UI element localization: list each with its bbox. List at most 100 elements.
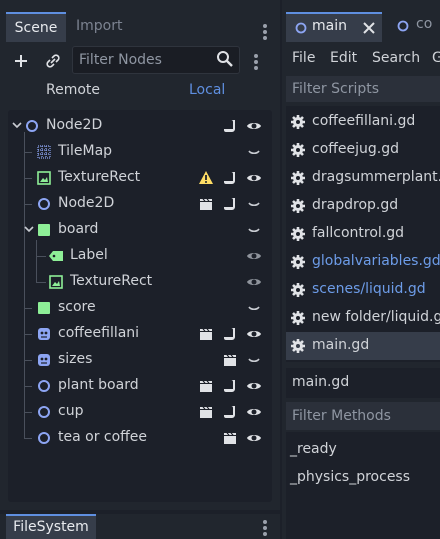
scene-node-icon (397, 20, 409, 32)
tree-item-texturerect-child[interactable]: TextureRect (8, 269, 272, 295)
script-item[interactable]: coffeejug.gd (286, 136, 440, 164)
script-name: coffeejug.gd (312, 141, 400, 157)
tree-item-label[interactable]: Label (8, 243, 272, 269)
menu-edit[interactable]: Edit (330, 50, 357, 66)
clapperboard-icon[interactable] (198, 196, 214, 212)
visibility-eye-icon[interactable] (246, 404, 262, 420)
script-name: fallcontrol.gd (312, 225, 405, 241)
tree-item-label: score (58, 299, 96, 315)
visibility-closed-icon[interactable] (246, 196, 262, 212)
clapperboard-icon[interactable] (198, 404, 214, 420)
visibility-eye-icon[interactable] (246, 378, 262, 394)
script-icon[interactable] (222, 378, 238, 394)
local-button[interactable]: Local (189, 82, 225, 98)
warning-icon[interactable] (198, 170, 214, 186)
filter-nodes-input[interactable] (73, 47, 213, 73)
add-node-button[interactable] (8, 48, 34, 74)
tree-item-node2d-root[interactable]: Node2D (8, 113, 272, 139)
tree-item-coffeefillani[interactable]: coffeefillani (8, 321, 272, 347)
scene-options-kebab-icon[interactable] (251, 50, 261, 74)
chevron-down-icon[interactable] (22, 221, 36, 237)
node2d-icon (38, 406, 50, 418)
method-list[interactable]: _ready _physics_process (286, 432, 440, 539)
tree-item-board[interactable]: board (8, 217, 272, 243)
clapperboard-icon[interactable] (222, 352, 238, 368)
tree-item-label: TileMap (58, 143, 113, 159)
visibility-eye-icon[interactable] (246, 118, 262, 134)
filter-methods-input[interactable] (286, 402, 440, 430)
remote-button[interactable]: Remote (46, 82, 100, 98)
tab-main[interactable]: main (286, 12, 382, 42)
tab-filesystem[interactable]: FileSystem (6, 514, 96, 539)
script-icon[interactable] (222, 326, 238, 342)
visibility-eye-icon[interactable] (246, 430, 262, 446)
script-item[interactable]: new folder/liquid.gd (286, 304, 440, 332)
tree-item-tilemap[interactable]: TileMap (8, 139, 272, 165)
clapperboard-icon[interactable] (198, 326, 214, 342)
tab-second[interactable]: co (388, 12, 440, 42)
script-item[interactable]: scenes/liquid.gd (286, 276, 440, 304)
menu-goto[interactable]: G (432, 50, 440, 66)
filter-nodes-field[interactable] (72, 46, 240, 74)
script-item-selected[interactable]: main.gd (286, 332, 440, 360)
method-name: _ready (290, 441, 337, 457)
chevron-down-icon[interactable] (10, 117, 24, 133)
visibility-closed-icon[interactable] (246, 352, 262, 368)
script-icon[interactable] (222, 118, 238, 134)
script-icon[interactable] (222, 196, 238, 212)
menu-search[interactable]: Search (372, 50, 420, 66)
tree-item-label: coffeefillani (58, 325, 140, 341)
tree-item-tea-or-coffee[interactable]: tea or coffee (8, 425, 272, 451)
script-item[interactable]: globalvariables.gd (286, 248, 440, 276)
tree-item-texturerect[interactable]: TextureRect (8, 165, 272, 191)
scene-tree[interactable]: Node2D TileMap TextureRect Node2D board … (8, 110, 272, 502)
visibility-eye-icon[interactable] (246, 326, 262, 342)
clapperboard-icon[interactable] (222, 430, 238, 446)
script-item[interactable]: coffeefillani.gd (286, 108, 440, 136)
visibility-closed-icon[interactable] (246, 222, 262, 238)
filter-methods-field[interactable] (286, 402, 440, 430)
script-icon[interactable] (222, 170, 238, 186)
node2d-icon (26, 120, 38, 132)
script-name: new folder/liquid.gd (312, 309, 440, 325)
tree-item-score[interactable]: score (8, 295, 272, 321)
tree-item-node2d[interactable]: Node2D (8, 191, 272, 217)
visibility-eye-icon[interactable] (246, 274, 262, 290)
menu-file[interactable]: File (292, 50, 315, 66)
script-menubar: File Edit Search G (282, 44, 440, 74)
node2d-icon (38, 198, 50, 210)
tree-item-cup[interactable]: cup (8, 399, 272, 425)
method-item[interactable]: _ready (286, 436, 440, 464)
tab-scene[interactable]: Scene (6, 12, 66, 42)
tree-item-label: tea or coffee (58, 429, 148, 445)
gear-icon (291, 227, 305, 241)
visibility-closed-icon[interactable] (246, 300, 262, 316)
close-icon[interactable] (362, 21, 376, 35)
visibility-closed-icon[interactable] (246, 144, 262, 160)
script-item[interactable]: dragsummerplant.gd (286, 164, 440, 192)
instance-scene-button[interactable] (40, 48, 66, 74)
script-item[interactable]: fallcontrol.gd (286, 220, 440, 248)
tree-item-label: Node2D (58, 195, 115, 211)
filesystem-kebab-icon[interactable] (260, 516, 270, 539)
visibility-eye-icon[interactable] (246, 170, 262, 186)
scene-dock-tabs: Scene Import (0, 8, 280, 42)
tree-item-sizes[interactable]: sizes (8, 347, 272, 373)
node2d-icon (38, 432, 50, 444)
current-script-name: main.gd (292, 374, 350, 390)
clapperboard-icon[interactable] (198, 378, 214, 394)
tree-item-plant-board[interactable]: plant board (8, 373, 272, 399)
filter-scripts-input[interactable] (286, 76, 440, 102)
gear-icon (291, 171, 305, 185)
method-item[interactable]: _physics_process (286, 464, 440, 492)
gear-icon (291, 283, 305, 297)
gear-icon (291, 311, 305, 325)
tab-import[interactable]: Import (76, 12, 122, 42)
script-icon[interactable] (222, 404, 238, 420)
filter-scripts-field[interactable] (286, 76, 440, 102)
script-list[interactable]: coffeefillani.gd coffeejug.gd dragsummer… (286, 106, 440, 362)
scene-dock: Scene Import Remote Local (0, 0, 280, 510)
script-item[interactable]: drapdrop.gd (286, 192, 440, 220)
visibility-eye-icon[interactable] (246, 248, 262, 264)
kebab-menu-icon[interactable] (260, 20, 270, 44)
